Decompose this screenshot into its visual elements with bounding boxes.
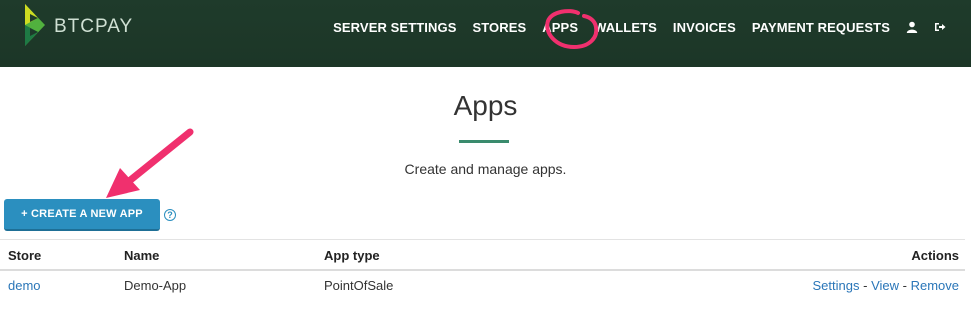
- header-actions: Actions: [911, 248, 959, 263]
- separator: -: [859, 278, 872, 293]
- row-actions: Settings - View - Remove: [813, 278, 959, 293]
- remove-link[interactable]: Remove: [911, 278, 959, 293]
- main-nav: SERVER SETTINGS STORES APPS WALLETS INVO…: [333, 18, 946, 36]
- user-icon[interactable]: [906, 20, 918, 34]
- header-name: Name: [124, 248, 160, 263]
- nav-wallets[interactable]: WALLETS: [594, 20, 657, 35]
- nav-invoices[interactable]: INVOICES: [673, 20, 736, 35]
- apps-table: Store Name App type Actions demo Demo-Ap…: [0, 239, 965, 303]
- navbar: BTCPAY SERVER SETTINGS STORES APPS WALLE…: [0, 0, 971, 67]
- header-store: Store: [8, 248, 42, 263]
- table-row: demo Demo-App PointOfSale Settings - Vie…: [0, 271, 965, 303]
- row-app-type: PointOfSale: [324, 278, 394, 293]
- separator: -: [899, 278, 911, 293]
- header-app-type: App type: [324, 248, 380, 263]
- row-app-name: Demo-App: [124, 278, 187, 293]
- settings-link[interactable]: Settings: [813, 278, 860, 293]
- btcpay-logo-icon: [22, 2, 48, 53]
- logout-icon[interactable]: [934, 20, 946, 34]
- nav-apps[interactable]: APPS: [542, 20, 578, 35]
- row-store-link[interactable]: demo: [8, 278, 41, 293]
- page-title: Apps: [453, 90, 518, 121]
- table-header: Store Name App type Actions: [0, 239, 965, 271]
- question-circle-icon[interactable]: ?: [164, 209, 176, 221]
- nav-stores[interactable]: STORES: [472, 20, 526, 35]
- create-new-app-button[interactable]: + CREATE A NEW APP: [4, 199, 160, 231]
- nav-server-settings[interactable]: SERVER SETTINGS: [333, 20, 456, 35]
- nav-payment-requests[interactable]: PAYMENT REQUESTS: [752, 20, 890, 35]
- brand[interactable]: BTCPAY: [22, 2, 132, 53]
- view-link[interactable]: View: [871, 278, 899, 293]
- brand-name: BTCPAY: [54, 16, 134, 37]
- title-underline: [459, 140, 509, 143]
- page-subtitle: Create and manage apps.: [404, 161, 567, 177]
